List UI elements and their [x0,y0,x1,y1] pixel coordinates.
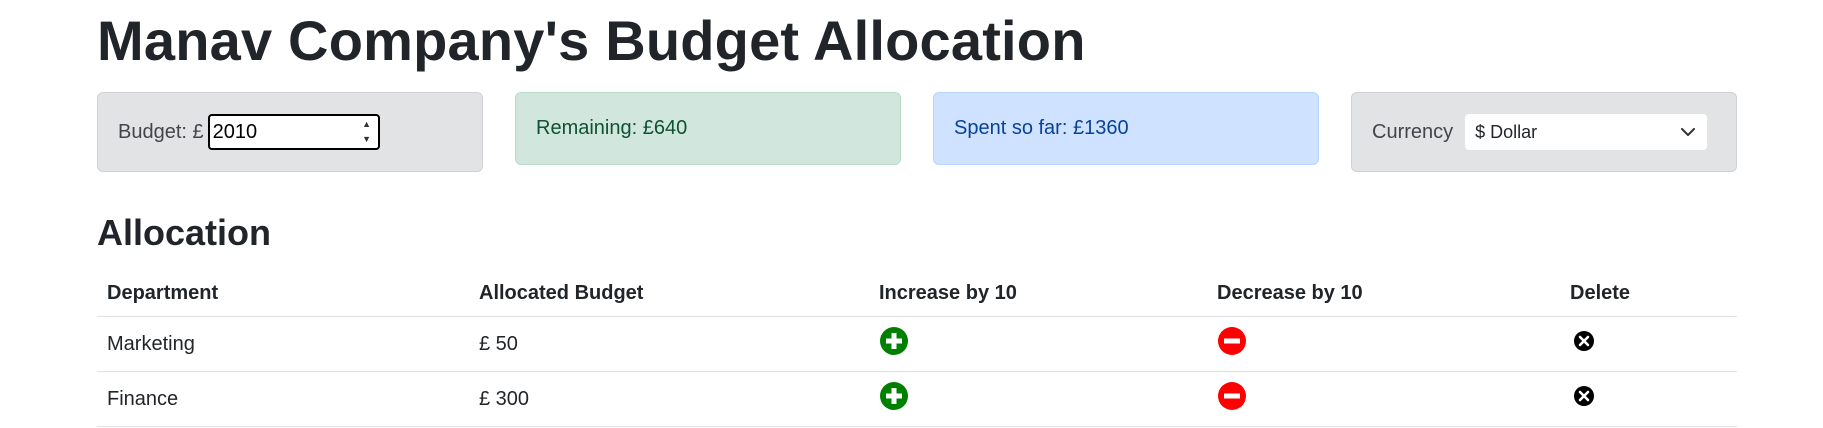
table-header-row: Department Allocated Budget Increase by … [97,270,1737,317]
column-header-delete: Delete [1560,270,1737,317]
allocation-table: Department Allocated Budget Increase by … [97,270,1737,427]
decrease-cell [1207,371,1560,427]
chevron-down-icon [1681,127,1696,137]
spent-text: Spent so far: £1360 [954,117,1129,139]
spent-card: Spent so far: £1360 [933,92,1319,165]
allocated-cell: £ 50 [469,316,869,372]
column-header-allocated: Allocated Budget [469,270,869,317]
column-header-department: Department [97,270,469,317]
allocation-heading: Allocation [97,212,272,253]
delete-cell [1560,371,1737,427]
budget-input-box[interactable]: ▲ ▼ [207,114,380,150]
increase-cell [869,371,1207,427]
x-circle-icon[interactable] [1573,385,1595,407]
department-cell: Finance [97,371,469,427]
increase-cell [869,316,1207,372]
spinner-down-icon[interactable]: ▼ [362,134,371,145]
budget-spinner[interactable]: ▲ ▼ [360,119,374,145]
x-circle-icon[interactable] [1573,330,1595,352]
column-header-decrease: Decrease by 10 [1207,270,1560,317]
column-header-increase: Increase by 10 [869,270,1207,317]
table-row: Marketing £ 50 [97,316,1737,372]
currency-label: Currency [1372,120,1454,143]
table-row: Finance £ 300 [97,371,1737,427]
currency-selected-value: $ Dollar [1475,121,1538,142]
plus-circle-icon[interactable] [879,381,909,411]
currency-select[interactable]: $ Dollar [1465,114,1708,150]
budget-input[interactable] [209,120,343,144]
page-title: Manav Company's Budget Allocation [97,9,1086,72]
delete-cell [1560,316,1737,372]
budget-card: Budget: £ ▲ ▼ [97,92,483,172]
spinner-up-icon[interactable]: ▲ [362,119,371,130]
budget-label: Budget: £ [118,120,204,143]
department-cell: Marketing [97,316,469,372]
plus-circle-icon[interactable] [879,326,909,356]
minus-circle-icon[interactable] [1217,326,1247,356]
allocated-cell: £ 300 [469,371,869,427]
currency-card: Currency $ Dollar [1351,92,1737,172]
minus-circle-icon[interactable] [1217,381,1247,411]
decrease-cell [1207,316,1560,372]
remaining-card: Remaining: £640 [515,92,901,165]
remaining-text: Remaining: £640 [536,117,688,139]
